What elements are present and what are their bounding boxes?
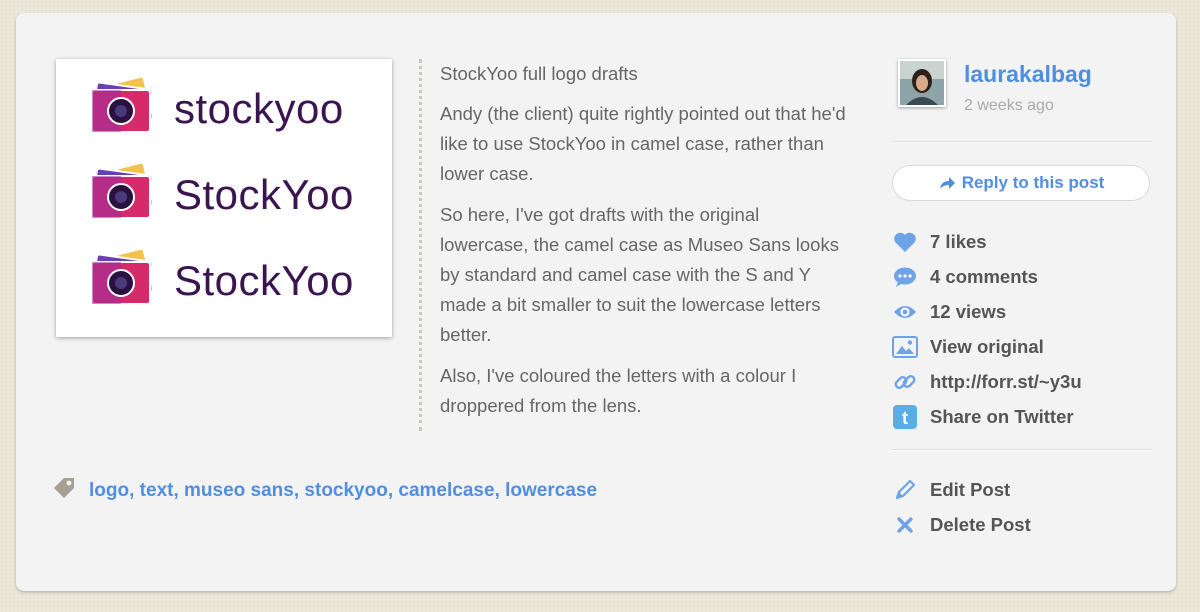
views-count: 12 views [930,301,1007,322]
camera-logo-icon [84,72,162,147]
tag-link[interactable]: camelcase [398,480,494,501]
svg-text:t: t [902,408,908,428]
divider [892,141,1152,143]
post-paragraph: Andy (the client) quite rightly pointed … [440,103,846,184]
author-name-link[interactable]: laurakalbag [964,61,1092,88]
likes-stat[interactable]: 7 likes [892,227,987,257]
comments-count: 4 comments [930,266,1038,287]
share-twitter-link[interactable]: t Share on Twitter [892,402,1074,432]
camera-logo-icon [84,244,162,319]
logo-variant-1: stockyoo [84,73,344,145]
view-original-link[interactable]: View original [892,332,1044,362]
delete-post-button[interactable]: Delete Post [892,510,1031,540]
tag-link[interactable]: museo sans [184,480,294,501]
logo-wordmark: StockYoo [174,257,354,304]
post-card: stockyoo StockYoo StockYoo StockYoo full… [16,13,1176,591]
link-icon [892,369,918,395]
avatar[interactable] [898,59,946,107]
logo-variant-2: StockYoo [84,159,354,231]
camera-logo-icon [84,158,162,233]
content-divider [419,59,422,431]
delete-post-label: Delete Post [930,514,1031,535]
tag-link[interactable]: text [140,480,174,501]
post-paragraph: So here, I've got drafts with the origin… [440,204,839,345]
twitter-icon: t [892,404,918,430]
close-icon [892,512,918,538]
post-title: StockYoo full logo drafts [440,63,638,84]
comments-stat[interactable]: 4 comments [892,262,1038,292]
pencil-icon [892,477,918,503]
share-twitter-label[interactable]: Share on Twitter [930,406,1074,428]
likes-count: 7 likes [930,231,987,252]
tag-icon [51,475,77,506]
logo-wordmark: stockyoo [174,85,344,132]
short-link-url[interactable]: http://forr.st/~y3u [930,371,1082,393]
tag-links: logo, text, museo sans, stockyoo, camelc… [89,479,598,501]
post-body: StockYoo full logo drafts Andy (the clie… [440,61,850,432]
image-icon [892,334,918,360]
tag-link[interactable]: logo [89,480,129,501]
views-stat: 12 views [892,297,1006,327]
short-link[interactable]: http://forr.st/~y3u [892,367,1082,397]
tag-link[interactable]: stockyoo [304,480,387,501]
post-time: 2 weeks ago [964,97,1054,114]
post-paragraph: Also, I've coloured the letters with a c… [440,365,797,416]
logo-variant-3: StockYoo [84,245,354,317]
eye-icon [892,299,918,325]
post-image[interactable]: stockyoo StockYoo StockYoo [56,59,392,337]
edit-post-label: Edit Post [930,479,1011,500]
edit-post-button[interactable]: Edit Post [892,475,1010,505]
reply-arrow-icon [938,175,956,191]
tag-list: logo, text, museo sans, stockyoo, camelc… [51,475,597,506]
reply-button-label: Reply to this post [961,173,1105,192]
logo-wordmark: StockYoo [174,171,354,218]
reply-button[interactable]: Reply to this post [892,165,1150,201]
heart-icon [892,229,918,255]
view-original-label[interactable]: View original [930,336,1044,358]
tag-link[interactable]: lowercase [505,480,597,501]
speech-bubble-icon [892,264,918,290]
divider [892,449,1152,451]
